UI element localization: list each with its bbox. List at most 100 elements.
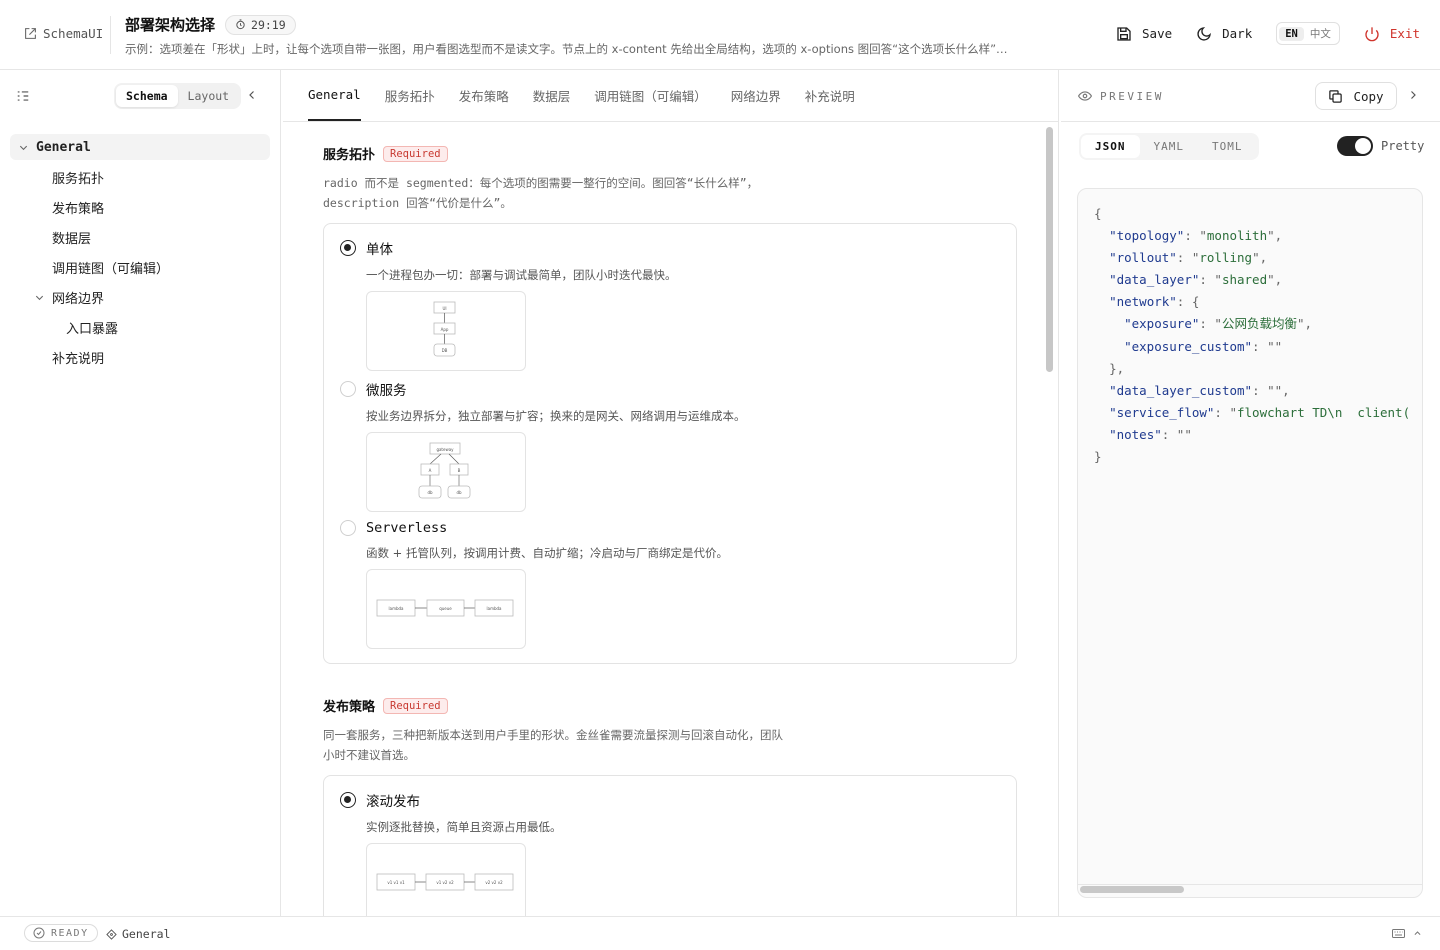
desc-line: 同一套服务，三种把新版本送到用户手里的形状。金丝雀需要流量探测与回滚自动化，团队 [323,728,783,742]
brand-link[interactable]: SchemaUI [24,26,103,41]
tree-item-network[interactable]: 网络边界 [10,282,270,312]
option-label: 单体 [366,242,393,258]
preview-heading: PREVIEW [1078,89,1164,103]
required-badge: Required [383,145,448,162]
tab-rollout[interactable]: 发布策略 [459,70,509,121]
diamond-icon [106,928,117,940]
json-value: monolith [1206,228,1268,244]
radio-rolling[interactable] [340,792,356,808]
horizontal-scrollbar[interactable] [1080,886,1184,893]
tree-item-data-layer[interactable]: 数据层 [10,222,270,252]
tab-notes[interactable]: 补充说明 [805,70,855,121]
timer-icon [236,19,245,30]
tree-item-topology[interactable]: 服务拓扑 [10,162,270,192]
moon-icon [1197,26,1212,41]
json-preview[interactable]: { "topology": "monolith", "rollout": "ro… [1077,188,1423,898]
field-title-topology: 服务拓扑 [323,148,376,163]
option-label: 滚动发布 [366,794,420,810]
svg-text:A: A [429,468,432,473]
save-button[interactable]: Save [1116,26,1172,42]
theme-label: Dark [1222,26,1253,41]
svg-text:gateway: gateway [436,447,454,452]
tree-item-notes[interactable]: 补充说明 [10,342,270,372]
svg-text:lambda: lambda [487,606,503,611]
status-badge: READY [24,924,98,942]
brand-name: SchemaUI [43,26,104,41]
option-monolith[interactable]: 单体 一个进程包办一切：部署与调试最简单，团队小时迭代最快。 UI App DB [340,238,1000,371]
copy-button[interactable]: Copy [1315,82,1397,110]
option-label: Serverless [366,520,448,536]
language-switch[interactable]: EN 中文 [1276,22,1340,45]
segment-layout[interactable]: Layout [178,85,240,107]
format-tabs: JSON YAML TOML [1079,133,1259,160]
option-desc: 按业务边界拆分，独立部署与扩容；换来的是网关、网络调用与运维成本。 [366,409,746,423]
lang-zh[interactable]: 中文 [1304,25,1337,42]
form-content: 服务拓扑 Required radio 而不是 segmented：每个选项的图… [323,122,1017,916]
option-desc: 一个进程包办一切：部署与调试最简单，团队小时迭代最快。 [366,268,677,282]
schema-tree-panel: Schema Layout General 服务拓扑 发布策略 数据层 调用链图… [0,70,281,916]
svg-text:UI: UI [442,306,446,311]
power-icon [1365,26,1379,41]
vertical-scrollbar[interactable] [1046,127,1053,372]
lang-en[interactable]: EN [1279,26,1304,41]
pretty-switch[interactable]: Pretty [1337,136,1424,156]
json-value: rolling [1199,250,1253,266]
tab-network[interactable]: 网络边界 [731,70,781,121]
radio-serverless[interactable] [340,520,356,536]
option-label: 微服务 [366,383,407,399]
option-rolling[interactable]: 滚动发布 实例逐批替换，简单且资源占用最低。 v1 v1 v1 v1 v2 v2… [340,790,1000,916]
pretty-toggle[interactable] [1337,136,1373,156]
horizontal-scroll-track [1078,884,1422,885]
option-microservices[interactable]: 微服务 按业务边界拆分，独立部署与扩容；换来的是网关、网络调用与运维成本。 ga… [340,379,1000,512]
keyboard-shortcuts[interactable] [1392,928,1422,939]
radio-monolith[interactable] [340,240,356,256]
format-tab-toml[interactable]: TOML [1198,135,1257,158]
external-link-icon [25,28,36,39]
theme-toggle-button[interactable]: Dark [1196,26,1252,42]
svg-text:v1 v2 v2: v1 v2 v2 [436,880,454,885]
monolith-diagram: UI App DB [366,291,526,371]
format-tab-yaml[interactable]: YAML [1140,135,1199,158]
format-tab-json[interactable]: JSON [1081,135,1140,158]
tab-data-layer[interactable]: 数据层 [533,70,571,121]
preview-label: PREVIEW [1100,89,1164,103]
status-text: READY [51,927,89,939]
tree-item-service-flow[interactable]: 调用链图（可编辑） [10,252,270,282]
view-switch: Schema Layout [114,83,242,109]
tab-general[interactable]: General [308,70,361,121]
chevron-down-icon [35,295,43,300]
option-desc: 实例逐批替换，简单且资源占用最低。 [366,820,562,834]
copy-icon [1329,89,1343,103]
option-serverless[interactable]: Serverless 函数 + 托管队列，按调用计费、自动扩缩；冷启动与厂商绑定… [340,520,1000,649]
rollout-radio-group: 滚动发布 实例逐批替换，简单且资源占用最低。 v1 v1 v1 v1 v2 v2… [323,775,1017,916]
tree-label: 网络边界 [52,291,105,307]
chevron-right-icon[interactable] [1407,88,1419,102]
svg-text:v1 v1 v1: v1 v1 v1 [387,880,405,885]
tab-service-flow[interactable]: 调用链图（可编辑） [594,70,707,121]
chevron-left-icon[interactable] [246,88,258,102]
outline-icon[interactable] [16,89,30,103]
save-label: Save [1142,26,1173,41]
schema-tree: General 服务拓扑 发布策略 数据层 调用链图（可编辑） 网络边界 入口暴… [0,122,280,372]
microservices-diagram: gateway A B db db [366,432,526,512]
tree-item-general[interactable]: General [10,134,270,160]
json-value: shared [1221,272,1268,288]
status-bar: READY General [0,916,1440,950]
exit-label: Exit [1389,26,1420,41]
exit-button[interactable]: Exit [1364,26,1420,42]
field-title-rollout: 发布策略 [323,700,376,715]
tree-item-rollout[interactable]: 发布策略 [10,192,270,222]
radio-microservices[interactable] [340,381,356,397]
desc-line: description 回答“代价是什么”。 [323,196,512,210]
breadcrumb[interactable]: General [106,927,170,941]
segment-schema[interactable]: Schema [116,85,178,107]
top-bar: SchemaUI 部署架构选择 29:19 示例：选项差在「形状」上时，让每个选… [0,0,1440,70]
tab-topology[interactable]: 服务拓扑 [385,70,435,121]
header-divider [110,16,111,54]
timer-badge: 29:19 [225,14,296,35]
field-desc-topology: radio 而不是 segmented：每个选项的图需要一整行的空间。图回答“长… [323,173,803,213]
tree-item-exposure[interactable]: 入口暴露 [10,312,270,342]
required-badge: Required [383,697,448,714]
check-circle-icon [33,927,45,939]
keyboard-icon [1392,929,1405,938]
